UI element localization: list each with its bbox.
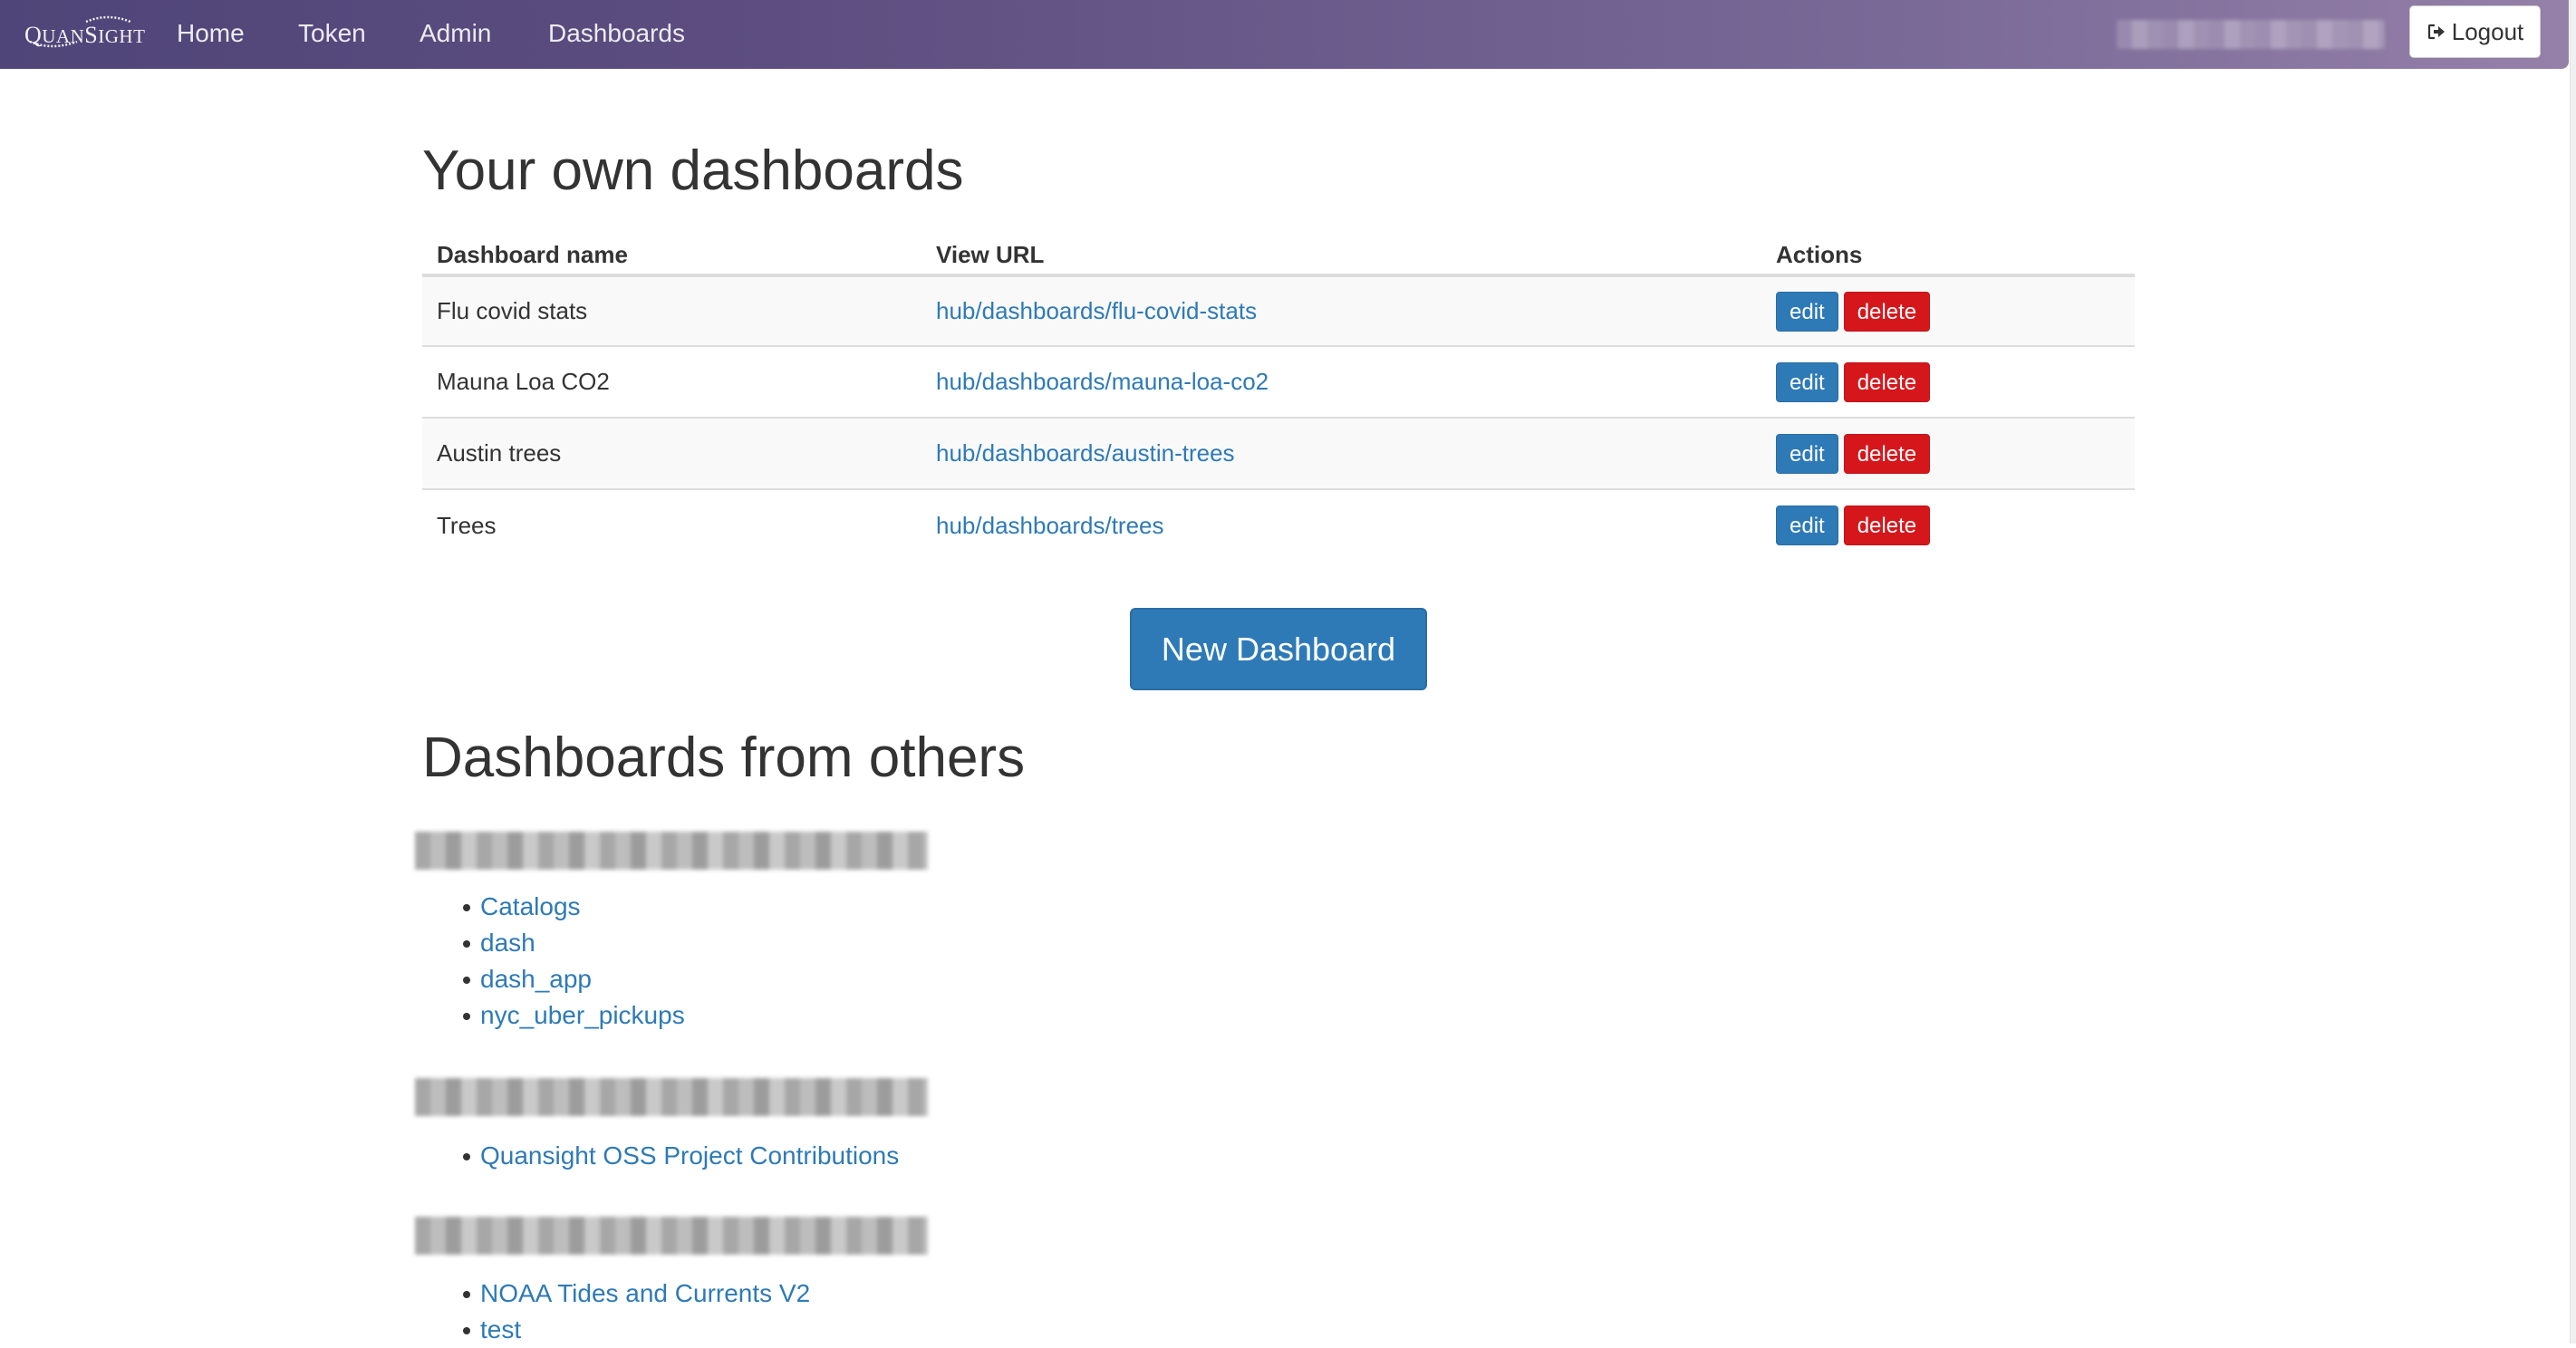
row-actions: edit delete xyxy=(1761,488,2135,561)
nav-home[interactable]: Home xyxy=(177,15,245,52)
owner-name-redacted xyxy=(415,1217,928,1255)
column-header-actions: Actions xyxy=(1761,225,2135,277)
column-header-name: Dashboard name xyxy=(422,225,921,277)
dashboard-link[interactable]: nyc_uber_pickups xyxy=(480,1001,685,1029)
dashboard-name: Flu covid stats xyxy=(422,275,921,346)
table-row: Flu covid stats hub/dashboards/flu-covid… xyxy=(422,275,2135,346)
others-dashboards-heading: Dashboards from others xyxy=(422,727,1026,789)
list-item: NOAA Tides and Currents V2 xyxy=(462,1276,810,1312)
row-actions: edit delete xyxy=(1761,417,2135,489)
dashboard-link[interactable]: test xyxy=(480,1315,521,1343)
delete-button[interactable]: delete xyxy=(1843,361,1931,402)
table-header-row: Dashboard name View URL Actions xyxy=(422,225,2135,277)
edit-button[interactable]: edit xyxy=(1776,291,1838,332)
logout-button[interactable]: Logout xyxy=(2409,5,2541,58)
dashboard-name: Mauna Loa CO2 xyxy=(422,345,921,418)
logo-wordmark: QUANSIGHT xyxy=(24,22,146,48)
row-actions: edit delete xyxy=(1761,345,2135,418)
username-redacted xyxy=(2117,20,2385,49)
dashboard-name: Austin trees xyxy=(422,417,921,489)
table-row: Mauna Loa CO2 hub/dashboards/mauna-loa-c… xyxy=(422,345,2135,418)
owner-name-redacted xyxy=(415,832,928,870)
own-dashboards-heading: Your own dashboards xyxy=(422,140,964,202)
delete-button[interactable]: delete xyxy=(1843,506,1931,545)
dashboard-link[interactable]: Quansight OSS Project Contributions xyxy=(480,1141,899,1170)
owner-dashboard-list: NOAA Tides and Currents V2 test xyxy=(462,1276,810,1348)
dashboard-url-link[interactable]: hub/dashboards/mauna-loa-co2 xyxy=(936,368,1269,395)
dashboard-url-link[interactable]: hub/dashboards/austin-trees xyxy=(936,439,1235,467)
nav-token[interactable]: Token xyxy=(298,15,366,52)
edit-button[interactable]: edit xyxy=(1776,361,1838,402)
owner-dashboard-list: Quansight OSS Project Contributions xyxy=(462,1138,899,1174)
quansight-logo[interactable]: QUANSIGHT xyxy=(24,13,145,51)
table-row: Trees hub/dashboards/trees edit delete xyxy=(422,488,2135,561)
list-item: test xyxy=(462,1312,810,1348)
dashboard-link[interactable]: dash_app xyxy=(480,965,592,993)
dashboard-url-link[interactable]: hub/dashboards/flu-covid-stats xyxy=(936,297,1257,324)
nav-admin[interactable]: Admin xyxy=(420,15,491,52)
delete-button[interactable]: delete xyxy=(1843,433,1931,474)
top-navbar: QUANSIGHT Home Token Admin Dashboards Lo… xyxy=(0,0,2569,69)
nav-dashboards[interactable]: Dashboards xyxy=(548,15,685,52)
sign-out-icon xyxy=(2427,24,2445,40)
dashboard-link[interactable]: NOAA Tides and Currents V2 xyxy=(480,1279,810,1307)
edit-button[interactable]: edit xyxy=(1776,506,1838,545)
list-item: nyc_uber_pickups xyxy=(463,997,685,1034)
edit-button[interactable]: edit xyxy=(1776,433,1838,474)
table-row: Austin trees hub/dashboards/austin-trees… xyxy=(422,417,2135,489)
dashboard-name: Trees xyxy=(422,488,921,561)
page-scrollbar[interactable] xyxy=(2570,0,2576,1343)
dashboard-link[interactable]: Catalogs xyxy=(480,892,581,920)
list-item: Catalogs xyxy=(463,889,685,925)
own-dashboards-table: Dashboard name View URL Actions Flu covi… xyxy=(422,225,2135,561)
column-header-url: View URL xyxy=(921,225,1761,277)
dashboard-link[interactable]: dash xyxy=(480,929,535,957)
owner-dashboard-list: Catalogs dash dash_app nyc_uber_pickups xyxy=(463,889,685,1034)
delete-button[interactable]: delete xyxy=(1843,291,1931,332)
list-item: dash_app xyxy=(463,961,685,997)
dashboard-url-link[interactable]: hub/dashboards/trees xyxy=(936,512,1164,539)
row-actions: edit delete xyxy=(1761,275,2135,346)
owner-name-redacted xyxy=(415,1078,928,1116)
list-item: dash xyxy=(463,925,685,961)
list-item: Quansight OSS Project Contributions xyxy=(462,1138,899,1174)
new-dashboard-button[interactable]: New Dashboard xyxy=(1130,608,1427,690)
logout-label: Logout xyxy=(2451,17,2524,45)
